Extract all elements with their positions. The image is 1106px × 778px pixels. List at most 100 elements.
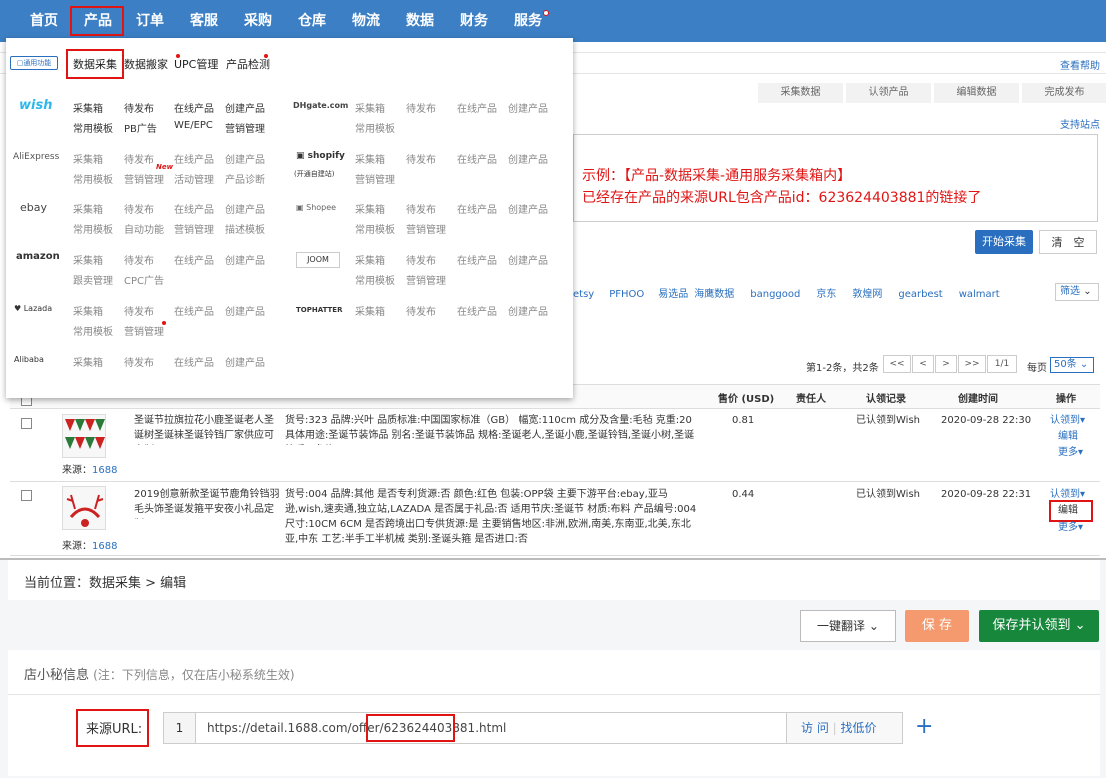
help-link[interactable]: 查看帮助 xyxy=(1060,57,1100,72)
wish-link[interactable]: WE/EPC xyxy=(174,120,213,131)
joom-link[interactable]: 常用模板 xyxy=(355,272,395,287)
row-title[interactable]: 2019创意新款圣诞节鹿角铃铛羽毛头饰圣诞发箍平安夜小礼品定制 xyxy=(134,487,280,519)
page-first-button[interactable]: << xyxy=(883,355,911,373)
joom-link[interactable]: 营销管理 xyxy=(406,272,446,287)
wish-link[interactable]: 采集箱 xyxy=(73,100,103,115)
more-dropdown[interactable]: 更多▾ xyxy=(1058,520,1083,535)
lazada-link[interactable]: 在线产品 xyxy=(174,303,214,318)
dhgate-link[interactable]: 在线产品 xyxy=(457,100,497,115)
ebay-link[interactable]: 待发布 xyxy=(124,201,154,216)
per-page-select[interactable]: 50条 ⌄ xyxy=(1050,357,1094,373)
ebay-link[interactable]: 采集箱 xyxy=(73,201,103,216)
source-haiying[interactable]: 海鹰数据 xyxy=(694,289,734,300)
shopee-link[interactable]: 创建产品 xyxy=(508,201,548,216)
product-thumbnail[interactable] xyxy=(62,486,106,530)
aliexpress-link[interactable]: 活动管理 xyxy=(174,171,214,186)
more-dropdown[interactable]: 更多▾ xyxy=(1058,445,1083,460)
tophatter-link[interactable]: 创建产品 xyxy=(508,303,548,318)
save-button[interactable]: 保 存 xyxy=(905,610,969,642)
clear-button[interactable]: 清 空 xyxy=(1039,230,1097,254)
dhgate-link[interactable]: 创建产品 xyxy=(508,100,548,115)
lazada-link[interactable]: 营销管理 xyxy=(124,323,164,338)
menu-data-move[interactable]: 数据搬家 xyxy=(124,56,168,72)
nav-warehouse[interactable]: 仓库 xyxy=(296,0,328,42)
nav-services[interactable]: 服务 xyxy=(512,0,544,42)
source-dhgate[interactable]: 敦煌网 xyxy=(852,289,882,300)
source-etsy[interactable]: etsy xyxy=(573,289,594,300)
support-sites-link[interactable]: 支持站点 xyxy=(1060,116,1100,131)
shopee-link[interactable]: 待发布 xyxy=(406,201,436,216)
shopify-link[interactable]: 营销管理 xyxy=(355,171,395,186)
dhgate-link[interactable]: 待发布 xyxy=(406,100,436,115)
row-checkbox[interactable] xyxy=(21,490,32,501)
shopee-link[interactable]: 在线产品 xyxy=(457,201,497,216)
wish-link[interactable]: 常用模板 xyxy=(73,120,113,135)
row-title[interactable]: 圣诞节拉旗拉花小鹿圣诞老人圣诞树圣诞袜圣诞铃铛厂家供应可定制 xyxy=(134,413,280,445)
wish-link[interactable]: 创建产品 xyxy=(225,100,265,115)
aliexpress-link[interactable]: 产品诊断 xyxy=(225,171,265,186)
nav-service[interactable]: 客服 xyxy=(188,0,220,42)
source-url-input[interactable]: https://detail.1688.com/offer/6236244038… xyxy=(207,721,506,735)
alibaba-link[interactable]: 创建产品 xyxy=(225,354,265,369)
aliexpress-link[interactable]: 在线产品 xyxy=(174,151,214,166)
lazada-link[interactable]: 创建产品 xyxy=(225,303,265,318)
dhgate-link[interactable]: 常用模板 xyxy=(355,120,395,135)
ebay-link[interactable]: 在线产品 xyxy=(174,201,214,216)
joom-link[interactable]: 待发布 xyxy=(406,252,436,267)
alibaba-link[interactable]: 在线产品 xyxy=(174,354,214,369)
amazon-link[interactable]: 跟卖管理 xyxy=(73,272,113,287)
wish-link[interactable]: 营销管理 xyxy=(225,120,265,135)
nav-order[interactable]: 订单 xyxy=(134,0,166,42)
page-last-button[interactable]: >> xyxy=(958,355,986,373)
shopify-link[interactable]: 在线产品 xyxy=(457,151,497,166)
nav-purchase[interactable]: 采购 xyxy=(242,0,274,42)
wish-link[interactable]: 待发布 xyxy=(124,100,154,115)
source-jd[interactable]: 京东 xyxy=(816,289,836,300)
nav-logistics[interactable]: 物流 xyxy=(350,0,382,42)
save-and-claim-dropdown[interactable]: 保存并认领到 ⌄ xyxy=(979,610,1099,642)
find-low-price-button[interactable]: 找低价 xyxy=(841,721,877,735)
ebay-link[interactable]: 常用模板 xyxy=(73,221,113,236)
dhgate-link[interactable]: 采集箱 xyxy=(355,100,385,115)
shopee-link[interactable]: 常用模板 xyxy=(355,221,395,236)
lazada-link[interactable]: 采集箱 xyxy=(73,303,103,318)
ebay-link[interactable]: 自动功能 xyxy=(124,221,164,236)
joom-link[interactable]: 创建产品 xyxy=(508,252,548,267)
start-collect-button[interactable]: 开始采集 xyxy=(975,230,1033,254)
nav-home[interactable]: 首页 xyxy=(28,0,60,42)
url-textarea[interactable]: 示例：【产品-数据采集-通用服务采集箱内】 已经存在产品的来源URL包含产品id… xyxy=(573,134,1098,222)
joom-link[interactable]: 在线产品 xyxy=(457,252,497,267)
lazada-link[interactable]: 常用模板 xyxy=(73,323,113,338)
source-banggood[interactable]: banggood xyxy=(750,289,800,300)
source-gearbest[interactable]: gearbest xyxy=(898,289,942,300)
add-url-button[interactable]: + xyxy=(915,712,933,742)
shopify-link[interactable]: 待发布 xyxy=(406,151,436,166)
shopify-link[interactable]: 采集箱 xyxy=(355,151,385,166)
shopify-link[interactable]: 创建产品 xyxy=(508,151,548,166)
translate-dropdown[interactable]: 一键翻译 ⌄ xyxy=(800,610,896,642)
aliexpress-link[interactable]: 采集箱 xyxy=(73,151,103,166)
source-walmart[interactable]: walmart xyxy=(959,289,1000,300)
amazon-link[interactable]: 待发布 xyxy=(124,252,154,267)
aliexpress-link[interactable]: 常用模板 xyxy=(73,171,113,186)
shopee-link[interactable]: 采集箱 xyxy=(355,201,385,216)
tophatter-link[interactable]: 在线产品 xyxy=(457,303,497,318)
row-checkbox[interactable] xyxy=(21,418,32,429)
joom-link[interactable]: 采集箱 xyxy=(355,252,385,267)
menu-product-check[interactable]: 产品检测 xyxy=(226,56,270,72)
page-next-button[interactable]: > xyxy=(935,355,957,373)
aliexpress-link[interactable]: 创建产品 xyxy=(225,151,265,166)
amazon-link[interactable]: CPC广告 xyxy=(124,272,164,287)
shopee-link[interactable]: 营销管理 xyxy=(406,221,446,236)
aliexpress-link[interactable]: 待发布 xyxy=(124,151,154,166)
nav-data[interactable]: 数据 xyxy=(404,0,436,42)
amazon-link[interactable]: 在线产品 xyxy=(174,252,214,267)
source-yixuanpin[interactable]: 易选品 xyxy=(658,289,688,300)
ebay-link[interactable]: 描述模板 xyxy=(225,221,265,236)
wish-link[interactable]: 在线产品 xyxy=(174,100,214,115)
source-pfhoo[interactable]: PFHOO xyxy=(609,289,644,300)
amazon-link[interactable]: 创建产品 xyxy=(225,252,265,267)
tophatter-link[interactable]: 待发布 xyxy=(406,303,436,318)
edit-link[interactable]: 编辑 xyxy=(1058,429,1078,444)
tophatter-link[interactable]: 采集箱 xyxy=(355,303,385,318)
